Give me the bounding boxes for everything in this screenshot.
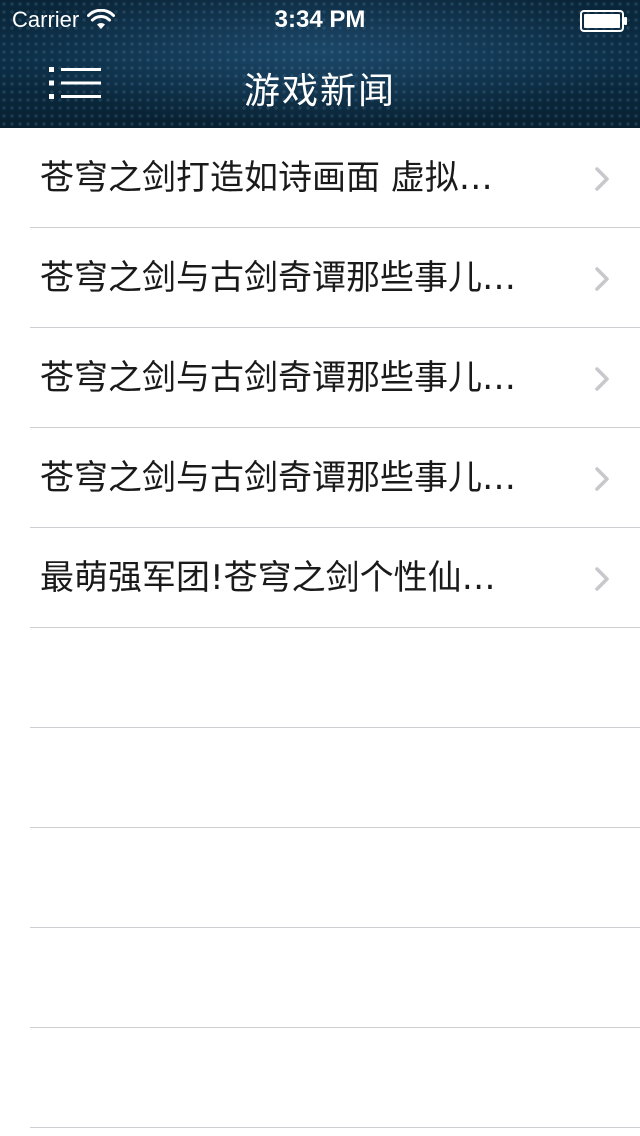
news-row[interactable]: 苍穹之剑与古剑奇谭那些事儿…	[0, 328, 640, 428]
news-row[interactable]: 苍穹之剑与古剑奇谭那些事儿…	[0, 428, 640, 528]
empty-row	[0, 828, 640, 928]
news-row[interactable]: 苍穹之剑与古剑奇谭那些事儿…	[0, 228, 640, 328]
news-title: 苍穹之剑与古剑奇谭那些事儿…	[40, 258, 516, 298]
news-title: 苍穹之剑与古剑奇谭那些事儿…	[40, 358, 516, 398]
header: Carrier 3:34 PM 游戏新闻	[0, 0, 640, 128]
navigation-bar: 游戏新闻	[0, 40, 640, 128]
battery-icon	[580, 10, 627, 32]
empty-row	[0, 1028, 640, 1128]
empty-row	[0, 628, 640, 728]
status-bar: Carrier 3:34 PM	[0, 0, 640, 40]
news-title: 苍穹之剑打造如诗画面 虚拟…	[40, 158, 493, 198]
chevron-right-icon	[595, 567, 609, 591]
news-list: 苍穹之剑打造如诗画面 虚拟… 苍穹之剑与古剑奇谭那些事儿… 苍穹之剑与古剑奇谭那…	[0, 128, 640, 1128]
chevron-right-icon	[595, 167, 609, 191]
news-row[interactable]: 最萌强军团!苍穹之剑个性仙…	[0, 528, 640, 628]
empty-row	[0, 728, 640, 828]
news-title: 最萌强军团!苍穹之剑个性仙…	[40, 558, 496, 598]
empty-row	[0, 928, 640, 1028]
news-row[interactable]: 苍穹之剑打造如诗画面 虚拟…	[0, 128, 640, 228]
page-title: 游戏新闻	[243, 71, 396, 112]
news-title: 苍穹之剑与古剑奇谭那些事儿…	[40, 458, 516, 498]
chevron-right-icon	[595, 267, 609, 291]
chevron-right-icon	[595, 467, 609, 491]
clock: 3:34 PM	[274, 6, 366, 33]
chevron-right-icon	[595, 367, 609, 391]
